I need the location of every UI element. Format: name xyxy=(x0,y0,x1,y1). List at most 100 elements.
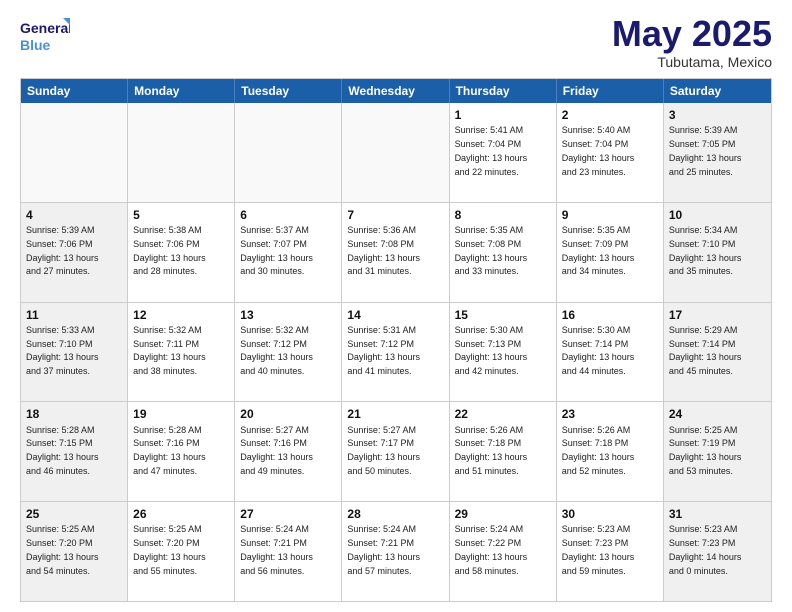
day-number-18: 18 xyxy=(26,406,122,422)
day-content-26: Sunrise: 5:25 AMSunset: 7:20 PMDaylight:… xyxy=(133,524,206,575)
day-number-11: 11 xyxy=(26,307,122,323)
calendar-header-row: SundayMondayTuesdayWednesdayThursdayFrid… xyxy=(21,79,771,103)
day-number-29: 29 xyxy=(455,506,551,522)
empty-cell-r0-c1 xyxy=(128,103,235,202)
day-cell-30: 30Sunrise: 5:23 AMSunset: 7:23 PMDayligh… xyxy=(557,502,664,601)
day-number-14: 14 xyxy=(347,307,443,323)
day-cell-16: 16 Sunrise: 5:30 AMSunset: 7:14 PMDayligh… xyxy=(557,303,664,402)
day-content-8: Sunrise: 5:35 AMSunset: 7:08 PMDaylight:… xyxy=(455,225,528,276)
day-content-19: Sunrise: 5:28 AMSunset: 7:16 PMDaylight:… xyxy=(133,425,206,476)
day-cell-20: 20Sunrise: 5:27 AMSunset: 7:16 PMDayligh… xyxy=(235,402,342,501)
day-cell-5: 5 Sunrise: 5:38 AMSunset: 7:06 PMDaylight… xyxy=(128,203,235,302)
day-content-6: Sunrise: 5:37 AMSunset: 7:07 PMDaylight:… xyxy=(240,225,313,276)
header-day-friday: Friday xyxy=(557,79,664,103)
day-cell-3: 3 Sunrise: 5:39 AMSunset: 7:05 PMDaylight… xyxy=(664,103,771,202)
day-content-11: Sunrise: 5:33 AMSunset: 7:10 PMDaylight:… xyxy=(26,325,99,376)
day-content-24: Sunrise: 5:25 AMSunset: 7:19 PMDaylight:… xyxy=(669,425,742,476)
day-cell-22: 22Sunrise: 5:26 AMSunset: 7:18 PMDayligh… xyxy=(450,402,557,501)
day-content-31: Sunrise: 5:23 AMSunset: 7:23 PMDaylight:… xyxy=(669,524,742,575)
day-number-26: 26 xyxy=(133,506,229,522)
day-number-19: 19 xyxy=(133,406,229,422)
day-number-9: 9 xyxy=(562,207,658,223)
day-content-21: Sunrise: 5:27 AMSunset: 7:17 PMDaylight:… xyxy=(347,425,420,476)
day-number-13: 13 xyxy=(240,307,336,323)
location: Tubutama, Mexico xyxy=(612,54,772,70)
header-day-wednesday: Wednesday xyxy=(342,79,449,103)
day-content-27: Sunrise: 5:24 AMSunset: 7:21 PMDaylight:… xyxy=(240,524,313,575)
day-content-16: Sunrise: 5:30 AMSunset: 7:14 PMDaylight:… xyxy=(562,325,635,376)
day-number-23: 23 xyxy=(562,406,658,422)
logo: General Blue xyxy=(20,16,70,58)
day-number-7: 7 xyxy=(347,207,443,223)
day-number-24: 24 xyxy=(669,406,766,422)
day-cell-21: 21 Sunrise: 5:27 AMSunset: 7:17 PMDayligh… xyxy=(342,402,449,501)
day-cell-23: 23 Sunrise: 5:26 AMSunset: 7:18 PMDayligh… xyxy=(557,402,664,501)
day-cell-8: 8Sunrise: 5:35 AMSunset: 7:08 PMDaylight… xyxy=(450,203,557,302)
empty-cell-r0-c2 xyxy=(235,103,342,202)
day-content-13: Sunrise: 5:32 AMSunset: 7:12 PMDaylight:… xyxy=(240,325,313,376)
calendar-body: 1 Sunrise: 5:41 AMSunset: 7:04 PMDaylight… xyxy=(21,103,771,601)
day-content-23: Sunrise: 5:26 AMSunset: 7:18 PMDaylight:… xyxy=(562,425,635,476)
day-content-28: Sunrise: 5:24 AMSunset: 7:21 PMDaylight:… xyxy=(347,524,420,575)
day-number-20: 20 xyxy=(240,406,336,422)
day-cell-4: 4Sunrise: 5:39 AMSunset: 7:06 PMDaylight… xyxy=(21,203,128,302)
header: General Blue May 2025 Tubutama, Mexico xyxy=(20,16,772,70)
day-number-1: 1 xyxy=(455,107,551,123)
day-number-5: 5 xyxy=(133,207,229,223)
day-cell-17: 17 Sunrise: 5:29 AMSunset: 7:14 PMDayligh… xyxy=(664,303,771,402)
header-day-saturday: Saturday xyxy=(664,79,771,103)
day-number-2: 2 xyxy=(562,107,658,123)
day-number-30: 30 xyxy=(562,506,658,522)
day-number-16: 16 xyxy=(562,307,658,323)
day-content-1: Sunrise: 5:41 AMSunset: 7:04 PMDaylight:… xyxy=(455,125,528,176)
svg-text:General: General xyxy=(20,20,70,36)
day-cell-29: 29Sunrise: 5:24 AMSunset: 7:22 PMDayligh… xyxy=(450,502,557,601)
header-day-monday: Monday xyxy=(128,79,235,103)
day-cell-26: 26 Sunrise: 5:25 AMSunset: 7:20 PMDayligh… xyxy=(128,502,235,601)
day-cell-1: 1 Sunrise: 5:41 AMSunset: 7:04 PMDaylight… xyxy=(450,103,557,202)
day-content-17: Sunrise: 5:29 AMSunset: 7:14 PMDaylight:… xyxy=(669,325,742,376)
day-cell-7: 7Sunrise: 5:36 AMSunset: 7:08 PMDaylight… xyxy=(342,203,449,302)
svg-text:Blue: Blue xyxy=(20,37,51,53)
day-content-15: Sunrise: 5:30 AMSunset: 7:13 PMDaylight:… xyxy=(455,325,528,376)
cal-week-5: 25 Sunrise: 5:25 AMSunset: 7:20 PMDayligh… xyxy=(21,501,771,601)
day-number-31: 31 xyxy=(669,506,766,522)
day-cell-25: 25Sunrise: 5:25 AMSunset: 7:20 PMDayligh… xyxy=(21,502,128,601)
day-number-25: 25 xyxy=(26,506,122,522)
day-content-9: Sunrise: 5:35 AMSunset: 7:09 PMDaylight:… xyxy=(562,225,635,276)
day-number-27: 27 xyxy=(240,506,336,522)
day-cell-6: 6Sunrise: 5:37 AMSunset: 7:07 PMDaylight… xyxy=(235,203,342,302)
cal-week-3: 11 Sunrise: 5:33 AMSunset: 7:10 PMDayligh… xyxy=(21,302,771,402)
day-cell-10: 10 Sunrise: 5:34 AMSunset: 7:10 PMDayligh… xyxy=(664,203,771,302)
day-content-3: Sunrise: 5:39 AMSunset: 7:05 PMDaylight:… xyxy=(669,125,742,176)
day-cell-18: 18Sunrise: 5:28 AMSunset: 7:15 PMDayligh… xyxy=(21,402,128,501)
day-content-2: Sunrise: 5:40 AMSunset: 7:04 PMDaylight:… xyxy=(562,125,635,176)
day-cell-31: 31 Sunrise: 5:23 AMSunset: 7:23 PMDayligh… xyxy=(664,502,771,601)
day-cell-24: 24 Sunrise: 5:25 AMSunset: 7:19 PMDayligh… xyxy=(664,402,771,501)
day-cell-2: 2 Sunrise: 5:40 AMSunset: 7:04 PMDaylight… xyxy=(557,103,664,202)
day-number-3: 3 xyxy=(669,107,766,123)
day-content-10: Sunrise: 5:34 AMSunset: 7:10 PMDaylight:… xyxy=(669,225,742,276)
day-cell-27: 27 Sunrise: 5:24 AMSunset: 7:21 PMDayligh… xyxy=(235,502,342,601)
day-cell-14: 14Sunrise: 5:31 AMSunset: 7:12 PMDayligh… xyxy=(342,303,449,402)
empty-cell-r0-c3 xyxy=(342,103,449,202)
day-number-10: 10 xyxy=(669,207,766,223)
cal-week-2: 4Sunrise: 5:39 AMSunset: 7:06 PMDaylight… xyxy=(21,202,771,302)
day-cell-12: 12 Sunrise: 5:32 AMSunset: 7:11 PMDayligh… xyxy=(128,303,235,402)
day-cell-13: 13 Sunrise: 5:32 AMSunset: 7:12 PMDayligh… xyxy=(235,303,342,402)
day-cell-9: 9 Sunrise: 5:35 AMSunset: 7:09 PMDaylight… xyxy=(557,203,664,302)
day-cell-11: 11 Sunrise: 5:33 AMSunset: 7:10 PMDayligh… xyxy=(21,303,128,402)
header-day-sunday: Sunday xyxy=(21,79,128,103)
day-number-12: 12 xyxy=(133,307,229,323)
day-number-4: 4 xyxy=(26,207,122,223)
day-number-21: 21 xyxy=(347,406,443,422)
day-number-17: 17 xyxy=(669,307,766,323)
day-content-5: Sunrise: 5:38 AMSunset: 7:06 PMDaylight:… xyxy=(133,225,206,276)
day-cell-15: 15 Sunrise: 5:30 AMSunset: 7:13 PMDayligh… xyxy=(450,303,557,402)
day-content-12: Sunrise: 5:32 AMSunset: 7:11 PMDaylight:… xyxy=(133,325,206,376)
day-content-22: Sunrise: 5:26 AMSunset: 7:18 PMDaylight:… xyxy=(455,425,528,476)
day-number-15: 15 xyxy=(455,307,551,323)
month-title: May 2025 xyxy=(612,16,772,52)
title-block: May 2025 Tubutama, Mexico xyxy=(612,16,772,70)
empty-cell-r0-c0 xyxy=(21,103,128,202)
